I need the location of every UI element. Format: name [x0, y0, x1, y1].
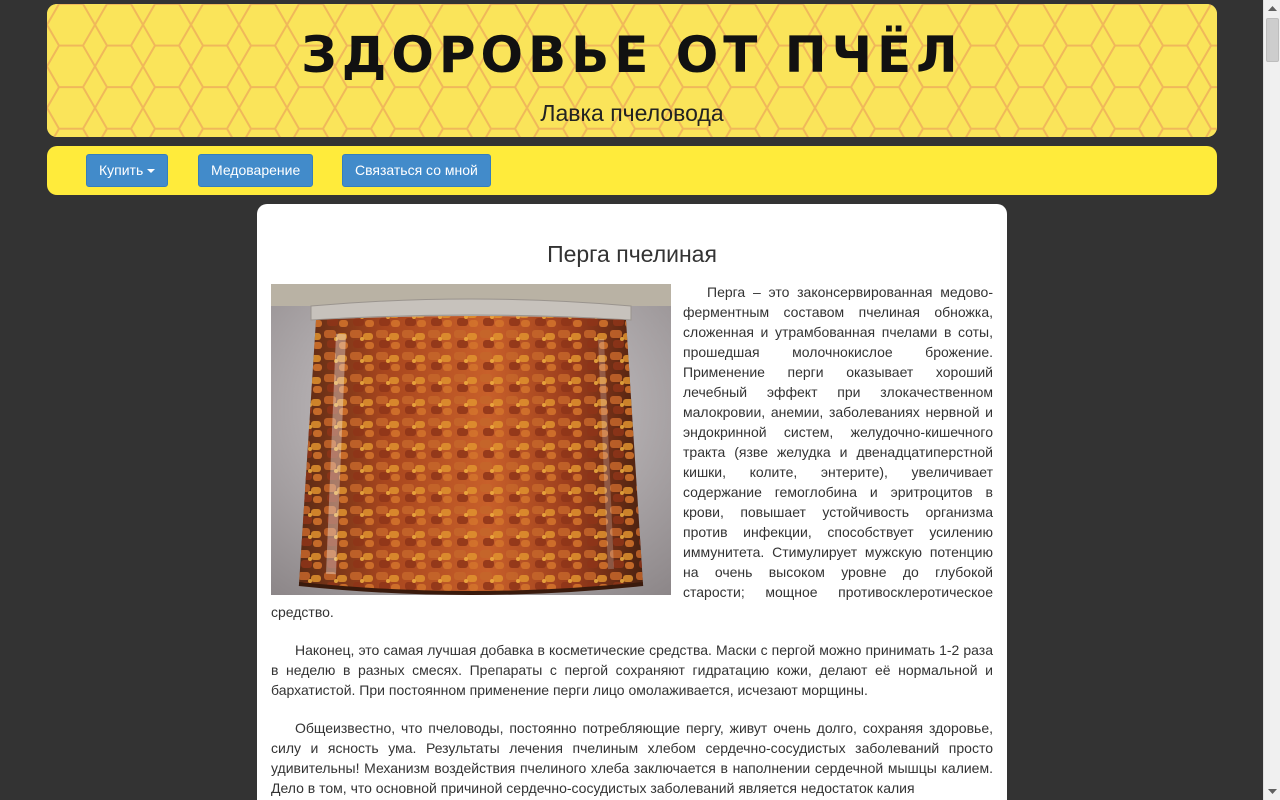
main-nav: Купить Медоварение Связаться со мной — [47, 146, 1217, 195]
article-body: Перга – это законсервированная медово-фе… — [271, 282, 993, 800]
article-title: Перга пчелиная — [547, 241, 717, 267]
page: ЗДОРОВЬЕ ОТ ПЧЁЛ Лавка пчеловода Купить … — [0, 0, 1263, 800]
nav-contact-label: Связаться со мной — [355, 162, 478, 178]
nav-buy-label: Купить — [99, 162, 144, 178]
scroll-down-arrow-icon[interactable] — [1264, 783, 1280, 800]
nav-mead-button[interactable]: Медоварение — [198, 154, 314, 187]
site-header: ЗДОРОВЬЕ ОТ ПЧЁЛ Лавка пчеловода — [47, 4, 1217, 137]
site-title: ЗДОРОВЬЕ ОТ ПЧЁЛ — [301, 26, 963, 84]
nav-contact-button[interactable]: Связаться со мной — [342, 154, 491, 187]
nav-mead-label: Медоварение — [211, 162, 301, 178]
nav-buy-dropdown[interactable]: Купить — [86, 154, 169, 187]
site-subtitle: Лавка пчеловода — [540, 100, 724, 126]
article-paragraph: Наконец, это самая лучшая добавка в косм… — [271, 642, 993, 698]
scroll-up-arrow-icon[interactable] — [1264, 0, 1280, 17]
article-card: Перга пчелиная Перга – это законсервиров… — [257, 204, 1007, 800]
caret-down-icon — [147, 169, 156, 174]
scrollbar-thumb[interactable] — [1266, 18, 1279, 62]
article-paragraph: Общеизвестно, что пчеловоды, постоянно п… — [271, 720, 993, 796]
vertical-scrollbar[interactable] — [1263, 0, 1280, 800]
